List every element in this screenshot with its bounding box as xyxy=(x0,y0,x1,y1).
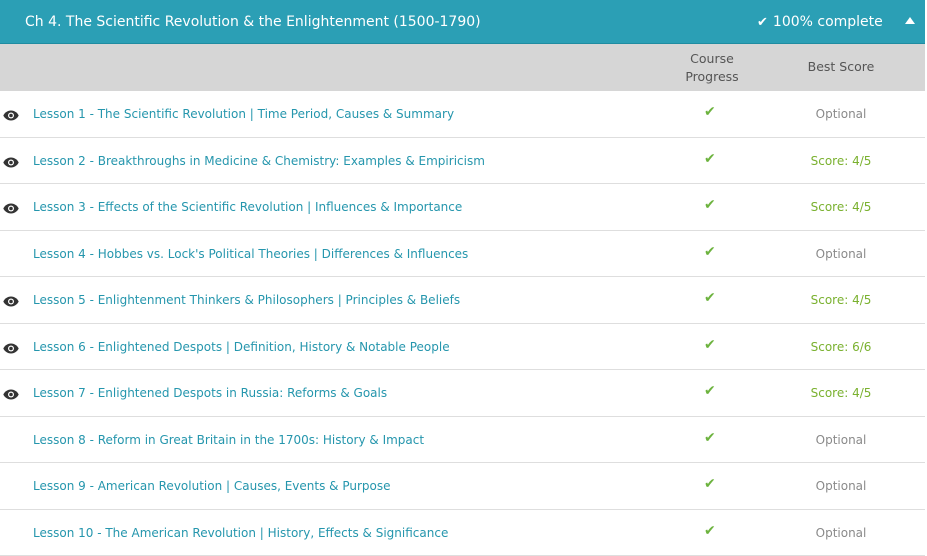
check-icon: ✔ xyxy=(704,476,716,492)
lesson-link[interactable]: Lesson 10 - The American Revolution | Hi… xyxy=(33,526,448,540)
lesson-link[interactable]: Lesson 9 - American Revolution | Causes,… xyxy=(33,479,391,493)
lesson-row: Lesson 2 - Breakthroughs in Medicine & C… xyxy=(0,138,925,185)
lesson-row: Lesson 8 - Reform in Great Britain in th… xyxy=(0,417,925,464)
best-score: Optional xyxy=(796,247,886,261)
lesson-link[interactable]: Lesson 5 - Enlightenment Thinkers & Phil… xyxy=(33,293,460,307)
chapter-title[interactable]: Ch 4. The Scientific Revolution & the En… xyxy=(25,14,481,30)
lesson-link[interactable]: Lesson 1 - The Scientific Revolution | T… xyxy=(33,107,454,121)
lesson-list: Lesson 1 - The Scientific Revolution | T… xyxy=(0,91,925,556)
lesson-row: Lesson 9 - American Revolution | Causes,… xyxy=(0,463,925,510)
check-icon: ✔ xyxy=(704,151,716,167)
check-icon: ✔ xyxy=(704,244,716,260)
check-icon: ✔ xyxy=(757,15,768,30)
best-score[interactable]: Score: 4/5 xyxy=(796,386,886,400)
lesson-row: Lesson 7 - Enlightened Despots in Russia… xyxy=(0,370,925,417)
lesson-row: Lesson 6 - Enlightened Despots | Definit… xyxy=(0,324,925,371)
lesson-link[interactable]: Lesson 6 - Enlightened Despots | Definit… xyxy=(33,340,450,354)
check-icon: ✔ xyxy=(704,104,716,120)
lesson-link[interactable]: Lesson 2 - Breakthroughs in Medicine & C… xyxy=(33,154,485,168)
check-icon: ✔ xyxy=(704,337,716,353)
best-score: Optional xyxy=(796,433,886,447)
best-score[interactable]: Score: 4/5 xyxy=(796,200,886,214)
lesson-row: Lesson 5 - Enlightenment Thinkers & Phil… xyxy=(0,277,925,324)
best-score: Optional xyxy=(796,479,886,493)
eye-icon xyxy=(3,106,19,117)
column-course-progress: Course Progress xyxy=(672,50,752,86)
lesson-link[interactable]: Lesson 3 - Effects of the Scientific Rev… xyxy=(33,200,462,214)
best-score[interactable]: Score: 4/5 xyxy=(796,293,886,307)
best-score[interactable]: Score: 4/5 xyxy=(796,154,886,168)
eye-icon xyxy=(3,199,19,210)
lesson-row: Lesson 3 - Effects of the Scientific Rev… xyxy=(0,184,925,231)
best-score: Optional xyxy=(796,107,886,121)
check-icon: ✔ xyxy=(704,197,716,213)
completion-status: ✔ 100% complete xyxy=(757,14,883,30)
lesson-link[interactable]: Lesson 8 - Reform in Great Britain in th… xyxy=(33,433,424,447)
caret-up-icon[interactable] xyxy=(905,17,915,24)
lesson-row: Lesson 1 - The Scientific Revolution | T… xyxy=(0,91,925,138)
chapter-header[interactable]: Ch 4. The Scientific Revolution & the En… xyxy=(0,0,925,44)
check-icon: ✔ xyxy=(704,290,716,306)
eye-icon xyxy=(3,339,19,350)
check-icon: ✔ xyxy=(704,523,716,539)
lesson-row: Lesson 4 - Hobbes vs. Lock's Political T… xyxy=(0,231,925,278)
check-icon: ✔ xyxy=(704,430,716,446)
lesson-link[interactable]: Lesson 4 - Hobbes vs. Lock's Political T… xyxy=(33,247,468,261)
lesson-link[interactable]: Lesson 7 - Enlightened Despots in Russia… xyxy=(33,386,387,400)
best-score[interactable]: Score: 6/6 xyxy=(796,340,886,354)
eye-icon xyxy=(3,292,19,303)
completion-label: 100% complete xyxy=(773,14,883,30)
column-best-score: Best Score xyxy=(796,59,886,74)
eye-icon xyxy=(3,385,19,396)
column-header: Course Progress Best Score xyxy=(0,44,925,91)
lesson-row: Lesson 10 - The American Revolution | Hi… xyxy=(0,510,925,556)
eye-icon xyxy=(3,153,19,164)
best-score: Optional xyxy=(796,526,886,540)
check-icon: ✔ xyxy=(704,383,716,399)
